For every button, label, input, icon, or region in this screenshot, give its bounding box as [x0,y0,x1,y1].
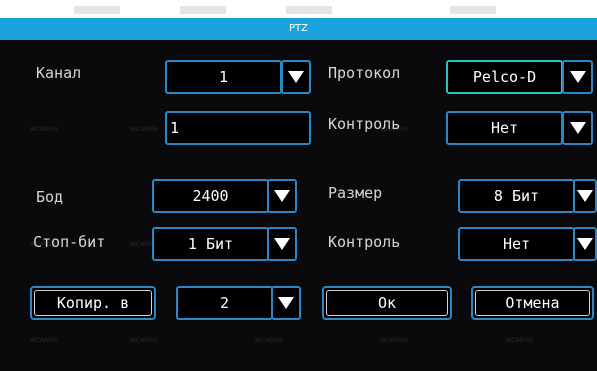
protocol-label: Протокол [328,64,401,82]
top-strip-block [180,6,226,14]
stopbit-select[interactable]: 1 Бит [152,227,297,261]
copy-to-button-label: Копир. в [34,290,152,316]
control2-select[interactable]: Нет [458,227,597,261]
protocol-select[interactable]: Pelco-D [446,60,593,94]
watermark: WCARVIS [30,337,58,344]
protocol-value: Pelco-D [446,60,563,94]
control2-dropdown-arrow-icon[interactable] [573,227,597,261]
protocol-dropdown-arrow-icon[interactable] [562,60,593,94]
control1-label: Контроль [328,115,401,133]
copy-target-select[interactable]: 2 [176,286,301,320]
watermark: WCARVIS [130,126,158,133]
control2-label: Контроль [328,233,401,251]
baud-dropdown-arrow-icon[interactable] [267,179,297,213]
size-dropdown-arrow-icon[interactable] [573,179,597,213]
top-strip-block [286,6,332,14]
channel-select[interactable]: 1 [165,60,311,94]
control1-select[interactable]: Нет [446,111,593,145]
ok-button-label: Ок [326,290,448,316]
cancel-button-label: Отмена [475,290,590,316]
copy-target-value: 2 [176,286,273,320]
control2-value: Нет [458,227,575,261]
channel-dropdown-arrow-icon[interactable] [281,60,311,94]
stopbit-label: Стоп-бит [33,233,106,251]
size-label: Размер [328,184,383,202]
top-strip-block [450,6,496,14]
watermark: WCARVIS [380,337,408,344]
copy-target-dropdown-arrow-icon[interactable] [271,286,301,320]
control1-dropdown-arrow-icon[interactable] [562,111,593,145]
ok-button[interactable]: Ок [322,286,452,320]
address-input[interactable]: 1 [165,111,311,145]
baud-select[interactable]: 2400 [152,179,297,213]
dialog-title: PTZ [0,18,597,40]
top-strip [0,0,597,20]
size-value: 8 Бит [458,179,575,213]
baud-label: Бод [36,188,64,206]
stopbit-dropdown-arrow-icon[interactable] [267,227,297,261]
size-select[interactable]: 8 Бит [458,179,597,213]
watermark: WCARVIS [255,337,283,344]
baud-value: 2400 [152,179,269,213]
control1-value: Нет [446,111,563,145]
watermark: WCARVIS [505,337,533,344]
top-strip-block [74,6,120,14]
copy-to-button[interactable]: Копир. в [30,286,156,320]
channel-label: Канал [36,64,82,82]
cancel-button[interactable]: Отмена [471,286,594,320]
stopbit-value: 1 Бит [152,227,269,261]
watermark: WCARVIS [30,126,58,133]
channel-value: 1 [165,60,282,94]
watermark: WCARVIS [130,337,158,344]
